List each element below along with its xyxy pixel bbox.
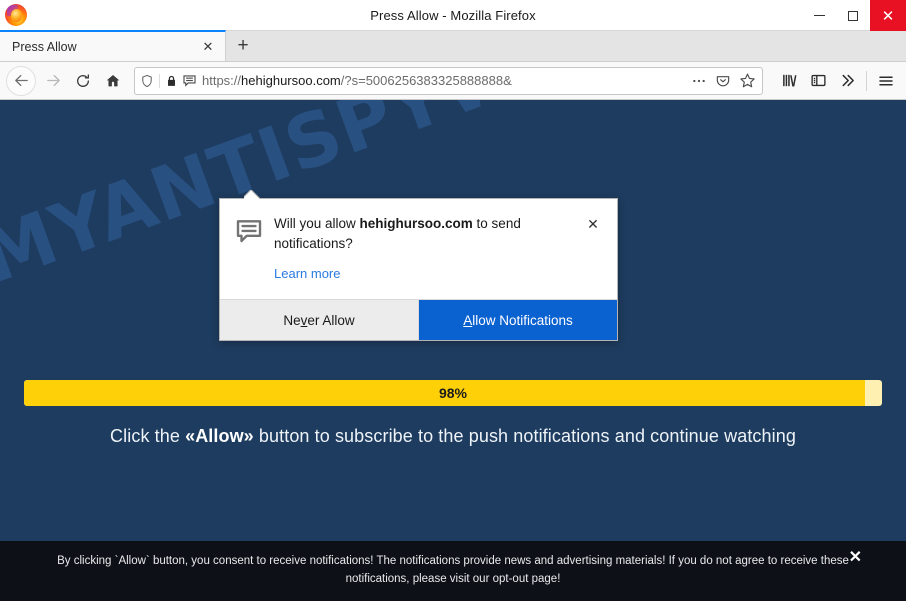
allow-accesskey: A [463,312,473,328]
never-allow-pre: Ne [283,312,301,328]
never-allow-accesskey: v [300,312,308,328]
window-controls: ✕ [802,0,906,31]
consent-banner: By clicking `Allow` button, you consent … [0,541,906,601]
reload-button[interactable] [68,66,98,96]
new-tab-button[interactable]: + [226,30,260,61]
notification-bubble-icon [183,75,196,87]
popup-body: Will you allow hehighursoo.com to send n… [220,199,617,299]
overflow-chevrons-icon[interactable] [833,67,861,95]
hamburger-menu-icon[interactable] [872,67,900,95]
never-allow-post: er Allow [307,312,355,328]
window-title: Press Allow - Mozilla Firefox [370,7,536,23]
maximize-button[interactable] [836,0,870,31]
back-button[interactable] [6,65,36,96]
url-path: /?s=5006256383325888888& [340,73,512,88]
popup-actions: Ne v er Allow Allow Notifications [220,299,617,341]
padlock-icon [168,75,175,86]
never-allow-button[interactable]: Ne v er Allow [220,300,419,341]
url-bar-icons [688,70,758,92]
library-icon[interactable] [775,67,803,95]
question-domain: hehighursoo.com [359,216,473,231]
url-text[interactable]: https://hehighursoo.com/?s=5006256383325… [202,73,688,88]
minimize-button[interactable] [802,0,836,31]
popup-close-icon[interactable]: ✕ [582,214,604,283]
bookmark-star-icon[interactable] [736,70,758,92]
progress-label: 98% [438,385,468,401]
consent-banner-close-icon[interactable]: ✕ [849,550,862,566]
permission-icons[interactable] [165,73,197,88]
question-prefix: Will you allow [274,216,360,231]
cta-after: button to subscribe to the push notifica… [253,426,796,446]
title-bar: Press Allow - Mozilla Firefox ✕ [0,0,906,31]
cta-highlight: «Allow» [185,426,254,446]
home-button[interactable] [98,66,128,96]
consent-line-2-after: ! [557,573,561,585]
permission-question: Will you allow hehighursoo.com to send n… [274,214,578,253]
consent-line-1: By clicking `Allow` button, you consent … [57,555,818,568]
tab-press-allow[interactable]: Press Allow ✕ [0,30,226,61]
toolbar-divider [866,70,867,91]
consent-banner-text: By clicking `Allow` button, you consent … [53,553,853,589]
url-scheme: https:// [202,73,242,88]
cta-message: Click the «Allow» button to subscribe to… [0,426,906,447]
notification-permission-popup: Will you allow hehighursoo.com to send n… [219,198,618,342]
pocket-icon[interactable] [712,70,734,92]
cta-before: Click the [110,426,186,446]
tab-close-icon[interactable]: ✕ [199,38,217,56]
sidebar-icon[interactable] [804,67,832,95]
page-actions-ellipsis-icon[interactable] [688,70,710,92]
forward-button[interactable] [38,66,68,96]
progress-bar: 98% [24,380,882,406]
navigation-toolbar: https://hehighursoo.com/?s=5006256383325… [0,62,906,100]
url-bar[interactable]: https://hehighursoo.com/?s=5006256383325… [134,66,763,95]
popup-arrow [244,190,260,199]
allow-post: llow Notifications [472,312,573,328]
toolbar-right-icons [769,67,900,95]
identity-box[interactable] [140,73,160,88]
page-content: MYANTISPYWARE.COM 98% Click the «Allow» … [0,100,906,601]
popup-main: Will you allow hehighursoo.com to send n… [268,214,582,283]
close-window-button[interactable]: ✕ [870,0,906,31]
opt-out-link[interactable]: opt-out page [493,573,558,585]
tab-label: Press Allow [12,39,77,54]
allow-notifications-button[interactable]: Allow Notifications [419,300,617,341]
url-host: hehighursoo.com [241,73,341,88]
browser-window: Press Allow - Mozilla Firefox ✕ Press Al… [0,0,906,601]
notification-bubble-icon [234,214,268,283]
tab-bar: Press Allow ✕ + [0,30,906,62]
learn-more-link[interactable]: Learn more [274,266,340,281]
tracking-protection-shield-icon [142,74,152,87]
